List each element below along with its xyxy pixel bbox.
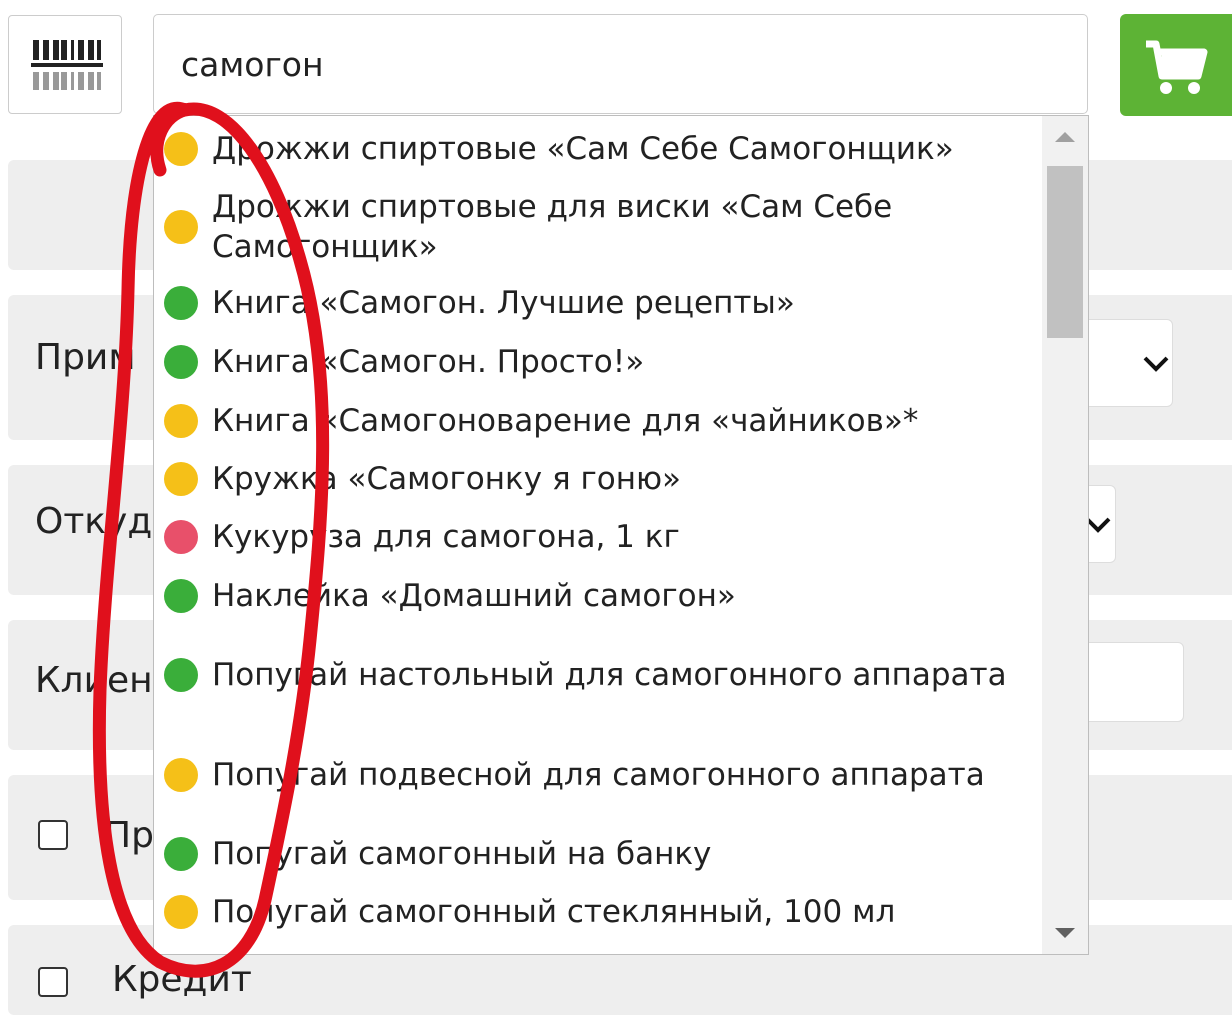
suggestion-label: Кукуруза для самогона, 1 кг [212,519,680,555]
suggestion-label: Книга «Самогон. Лучшие рецепты» [212,284,795,321]
stock-status-dot [164,658,198,692]
suggestion-label: Кружка «Самогонку я гоню» [212,461,682,497]
suggestion-label: Дрожжи спиртовые «Сам Себе Самогонщик» [212,130,954,167]
stock-status-dot [164,578,198,613]
credit-label: Кредит [112,959,252,1000]
suggestion-item[interactable]: Кукуруза для самогона, 1 кг [154,508,1044,566]
suggestion-item[interactable]: Книга «Самогоноварение для «чайников»* [154,391,1044,450]
chevron-down-icon [1143,356,1169,372]
suggestion-item[interactable]: Попугай настольный для самогонного аппар… [154,625,1044,725]
option-label: Пр [104,815,154,856]
scroll-up-icon [1055,132,1075,142]
credit-checkbox[interactable] [38,967,68,997]
scroll-up-arrow[interactable] [1042,116,1088,160]
stock-status-dot [164,285,198,320]
stock-status-dot [164,758,198,792]
search-suggestions-dropdown: Дрожжи спиртовые «Сам Себе Самогонщик» Д… [153,115,1089,955]
suggestion-label: Попугай самогонный на банку [212,836,712,872]
suggestion-item[interactable]: Дрожжи спиртовые для виски «Сам Себе Сам… [154,181,1044,273]
suggestion-label: Попугай самогонный стеклянный, 100 мл [212,894,896,930]
suggestion-label: Книга «Самогоноварение для «чайников»* [212,402,919,439]
suggestion-item[interactable]: Наклейка «Домашний самогон» [154,566,1044,625]
scroll-down-icon [1055,928,1075,938]
stock-status-dot [164,210,198,244]
suggestion-label: Попугай настольный для самогонного аппар… [212,657,1007,693]
add-to-cart-button[interactable] [1120,14,1232,116]
suggestion-list: Дрожжи спиртовые «Сам Себе Самогонщик» Д… [154,116,1044,941]
cart-icon [1146,40,1208,94]
suggestion-item[interactable]: Дрожжи спиртовые «Сам Себе Самогонщик» [154,116,1044,181]
stock-status-dot [164,837,198,871]
source-label: Откуд [35,501,153,542]
client-label: Клиен [35,660,153,701]
scrollbar-thumb[interactable] [1047,166,1083,338]
dropdown-scrollbar[interactable] [1042,116,1088,954]
stock-status-dot [164,131,198,166]
suggestion-item[interactable]: Попугай самогонный стеклянный, 100 мл [154,883,1044,941]
suggestion-item[interactable]: Попугай подвесной для самогонного аппара… [154,725,1044,825]
stock-status-dot [164,462,198,496]
stock-status-dot [164,403,198,438]
suggestion-item[interactable]: Попугай самогонный на банку [154,825,1044,883]
barcode-icon [31,40,103,90]
suggestion-item[interactable]: Книга «Самогон. Просто!» [154,332,1044,391]
option-checkbox[interactable] [38,820,68,850]
suggestion-label: Книга «Самогон. Просто!» [212,343,645,380]
scroll-down-arrow[interactable] [1042,910,1088,954]
stock-status-dot [164,520,198,554]
barcode-scan-button[interactable] [8,15,122,114]
suggestion-label: Попугай подвесной для самогонного аппара… [212,757,985,793]
stock-status-dot [164,344,198,379]
stock-status-dot [164,895,198,929]
suggestion-label: Дрожжи спиртовые для виски «Сам Себе Сам… [212,189,893,265]
suggestion-item[interactable]: Кружка «Самогонку я гоню» [154,450,1044,508]
suggestion-item[interactable]: Книга «Самогон. Лучшие рецепты» [154,273,1044,332]
suggestion-label: Наклейка «Домашний самогон» [212,577,736,614]
note-label: Прим [35,337,136,378]
product-search-input[interactable] [153,14,1088,114]
